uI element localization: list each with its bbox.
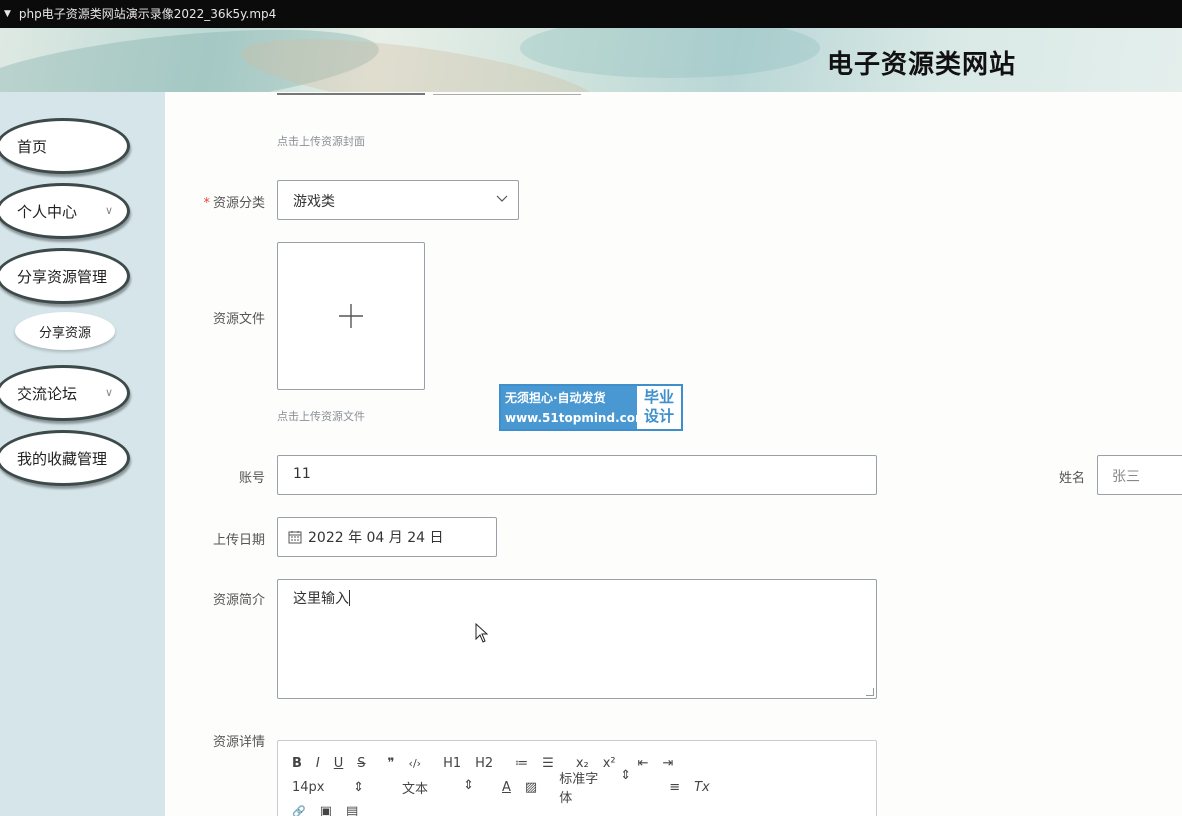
file-upload-hint: 点击上传资源文件 [277, 410, 365, 423]
watermark-badge-line2: 设计 [643, 407, 674, 425]
file-label: 资源文件 [212, 312, 265, 327]
category-select[interactable]: 游戏类 [277, 180, 519, 220]
mouse-cursor-icon [475, 623, 489, 643]
sidebar-item-forum[interactable]: 交流论坛 ∨ [0, 365, 130, 421]
rich-text-editor[interactable]: B I U S ❞ ‹/› H1 H2 ≔ ☰ x₂ x² ⇤ ⇥ 14px ⇕ … [277, 740, 877, 816]
resize-handle[interactable] [866, 688, 874, 696]
ordered-list-button[interactable]: ≔ [515, 756, 528, 771]
italic-button[interactable]: I [316, 756, 320, 771]
link-icon[interactable]: 🔗 [292, 805, 306, 816]
sidebar-item-label: 我的收藏管理 [17, 449, 108, 468]
account-label: 账号 [238, 471, 265, 486]
text-caret [349, 590, 350, 606]
sidebar-item-my-favorites-management[interactable]: 我的收藏管理 [0, 430, 130, 486]
updown-icon: ⇕ [463, 777, 474, 793]
bullet-list-button[interactable]: ☰ [542, 756, 554, 771]
upload-date-label: 上传日期 [212, 533, 265, 548]
resource-form: 点击上传资源封面 * 资源分类 游戏类 资源文件 点击上传资源文件 账号 11 姓… [165, 92, 1182, 816]
cover-upload-hint: 点击上传资源封面 [277, 135, 365, 148]
chevron-down-icon: ∨ [104, 204, 113, 217]
intro-value: 这里输入 [293, 591, 349, 607]
detail-label: 资源详情 [212, 735, 265, 750]
text-style-value: 文本 [402, 781, 429, 797]
updown-icon: ⇕ [620, 768, 632, 783]
clear-format-icon[interactable]: Tx [694, 780, 710, 795]
background-color-icon[interactable]: ▨ [525, 780, 537, 795]
category-selected-value: 游戏类 [293, 194, 335, 210]
watermark-badge: 无须担心·自动发货 www.51topmind.com 毕业 设计 [499, 384, 683, 431]
sidebar-subitem-share-resource[interactable]: 分享资源 [15, 312, 115, 350]
bold-button[interactable]: B [292, 756, 302, 771]
text-style-select[interactable]: 文本 ⇕ [402, 778, 488, 797]
align-icon[interactable]: ≡ [669, 780, 680, 795]
calendar-icon [288, 531, 302, 544]
watermark-line2: www.51topmind.com [505, 411, 648, 425]
code-button[interactable]: ‹/› [409, 757, 422, 770]
account-value: 11 [293, 466, 311, 482]
strikethrough-button[interactable]: S [357, 756, 365, 771]
header2-button[interactable]: H2 [475, 756, 493, 771]
video-filename: php电子资源类网站演示录像2022_36k5y.mp4 [18, 7, 277, 21]
category-label: * 资源分类 [203, 196, 265, 211]
name-label: 姓名 [1058, 471, 1085, 486]
font-size-select[interactable]: 14px ⇕ [292, 780, 378, 795]
font-family-select[interactable]: 标准字体 ⇕ [559, 768, 645, 806]
sidebar-item-label: 交流论坛 [17, 384, 78, 403]
editor-toolbar-row-2: 14px ⇕ 文本 ⇕ A ▨ 标准字体 ⇕ ≡ Tx [292, 768, 862, 806]
header1-button[interactable]: H1 [443, 756, 461, 771]
name-value: 张三 [1112, 469, 1140, 485]
sidebar-item-home[interactable]: 首页 [0, 118, 130, 174]
name-field[interactable]: 张三 [1097, 455, 1182, 495]
sidebar-item-personal-center[interactable]: 个人中心 ∨ [0, 183, 130, 239]
upload-date-value: 2022 年 04 月 24 日 [308, 530, 444, 546]
font-size-value: 14px [292, 779, 325, 795]
sidebar-item-share-resource-management[interactable]: 分享资源管理 [0, 248, 130, 304]
video-icon[interactable]: ▤ [346, 804, 358, 816]
sidebar-subitem-label: 分享资源 [38, 325, 91, 341]
account-field[interactable]: 11 [277, 455, 877, 495]
updown-icon: ⇕ [353, 779, 364, 795]
indent-button[interactable]: ⇥ [663, 756, 674, 771]
plus-icon [339, 304, 363, 328]
sidebar-item-label: 分享资源管理 [17, 267, 108, 286]
upload-date-picker[interactable]: 2022 年 04 月 24 日 [277, 517, 497, 557]
intro-textarea[interactable]: 这里输入 [277, 579, 877, 699]
sidebar-item-label: 首页 [17, 137, 48, 156]
file-upload-box[interactable] [277, 242, 425, 390]
sidebar: 首页 个人中心 ∨ 分享资源管理 分享资源 交流论坛 ∨ 我的收藏管理 [0, 92, 165, 816]
intro-label: 资源简介 [212, 593, 265, 608]
font-family-value: 标准字体 [559, 772, 599, 806]
watermark-line1: 无须担心·自动发货 [505, 391, 606, 405]
header-banner: 电子资源类网站 [0, 28, 1182, 92]
collapse-triangle-icon[interactable]: ▼ [4, 0, 11, 28]
underline-button[interactable]: U [334, 756, 344, 771]
site-title: 电子资源类网站 [827, 50, 1017, 80]
video-title-bar: ▼ php电子资源类网站演示录像2022_36k5y.mp4 [0, 0, 1182, 28]
chevron-down-icon [496, 195, 508, 202]
chevron-down-icon: ∨ [104, 386, 113, 399]
image-icon[interactable]: ▣ [320, 804, 332, 816]
watermark-badge-line1: 毕业 [643, 388, 674, 406]
font-color-icon[interactable]: A [502, 780, 511, 795]
sidebar-item-label: 个人中心 [17, 202, 78, 221]
quote-button[interactable]: ❞ [388, 756, 395, 771]
